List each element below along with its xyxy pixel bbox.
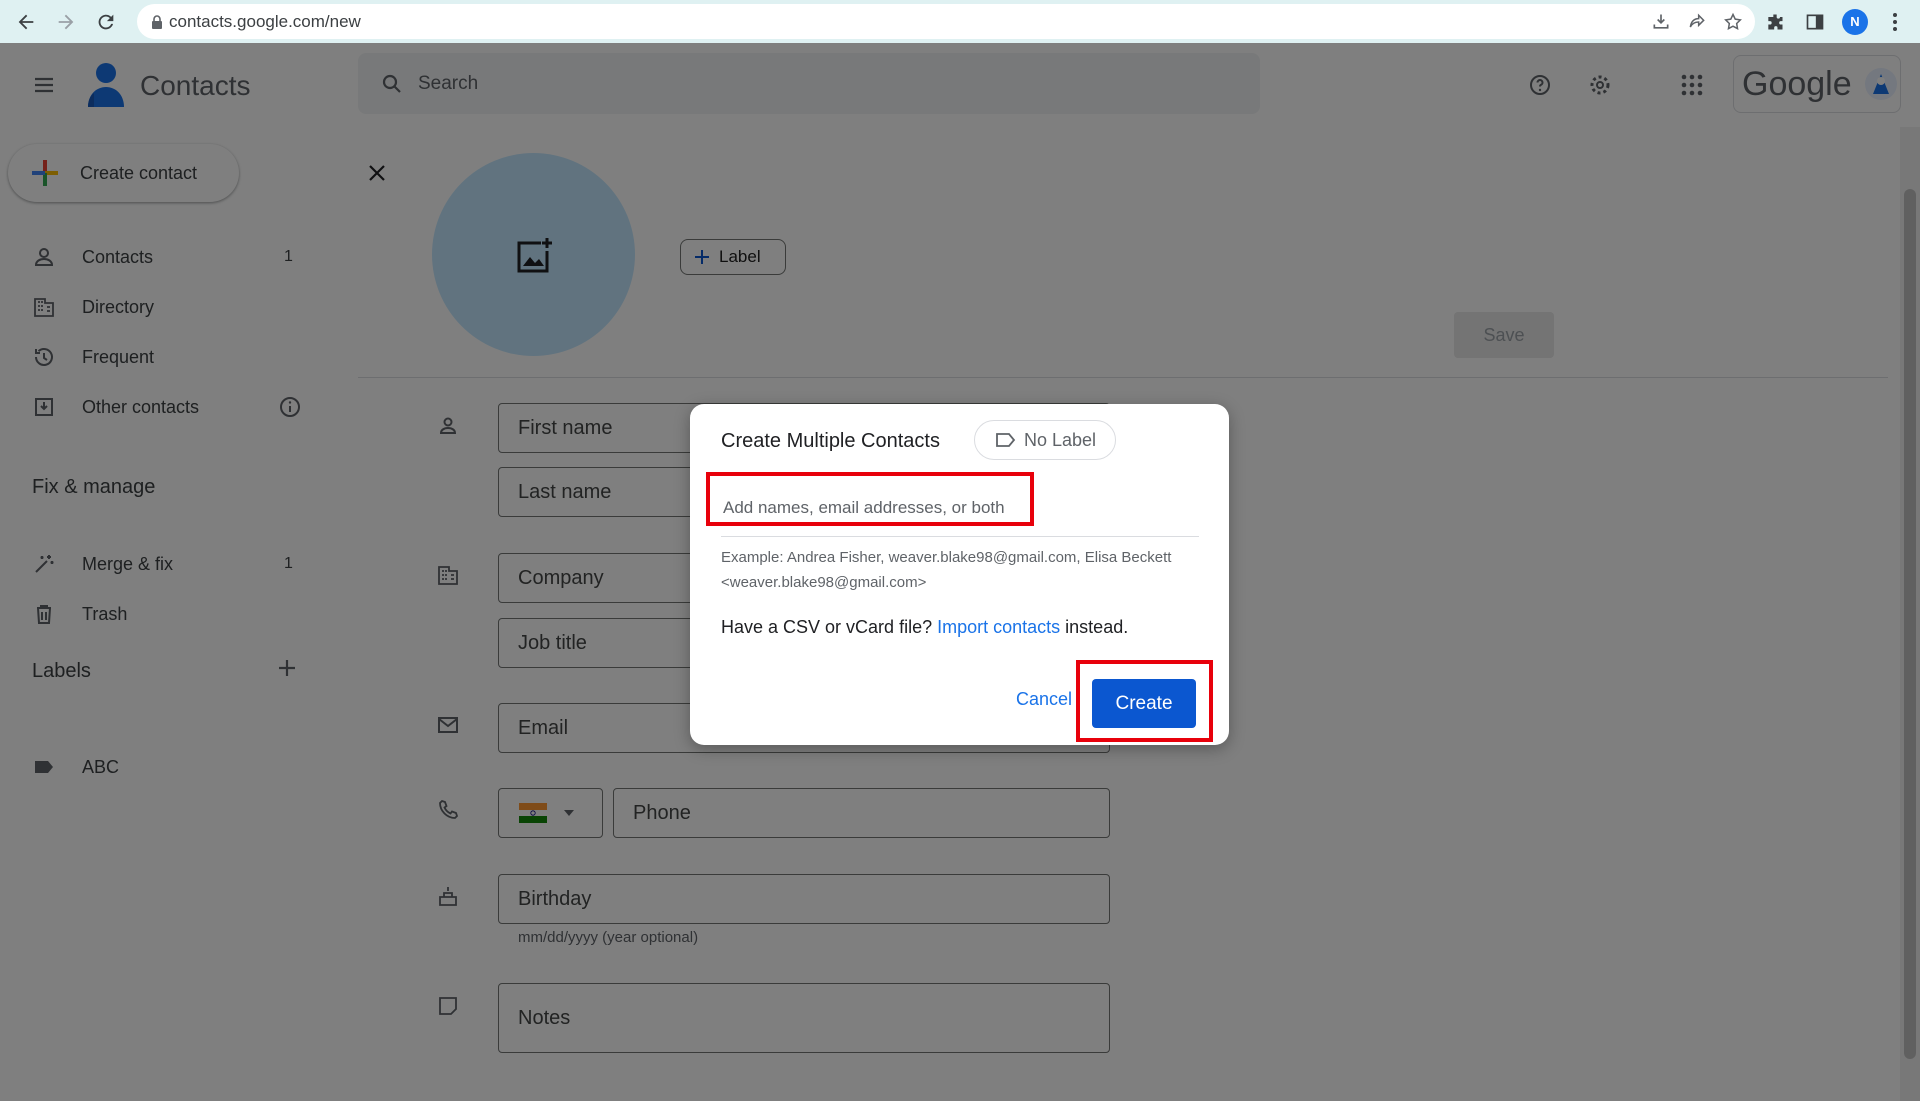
names-emails-input-wrapper xyxy=(721,479,1199,537)
back-icon[interactable] xyxy=(6,2,46,42)
create-multiple-contacts-dialog: Create Multiple Contacts No Label Exampl… xyxy=(690,404,1229,745)
example-line-2: <weaver.blake98@gmail.com> xyxy=(721,574,927,591)
browser-menu-icon[interactable] xyxy=(1878,5,1912,39)
import-hint: Have a CSV or vCard file? Import contact… xyxy=(721,617,1128,638)
import-hint-suffix: instead. xyxy=(1065,617,1129,637)
url-text: contacts.google.com/new xyxy=(169,11,361,31)
install-icon[interactable] xyxy=(1651,12,1671,32)
bookmark-star-icon[interactable] xyxy=(1723,12,1743,32)
address-bar[interactable]: contacts.google.com/new xyxy=(137,4,1755,39)
import-contacts-link[interactable]: Import contacts xyxy=(937,617,1060,637)
no-label-chip[interactable]: No Label xyxy=(974,420,1116,460)
forward-icon[interactable] xyxy=(46,2,86,42)
label-outline-icon xyxy=(996,432,1016,448)
browser-toolbar: contacts.google.com/new N xyxy=(0,0,1920,43)
example-line-1: Example: Andrea Fisher, weaver.blake98@g… xyxy=(721,549,1172,566)
side-panel-icon[interactable] xyxy=(1798,5,1832,39)
dialog-title: Create Multiple Contacts xyxy=(721,430,940,452)
example-text: Example: Andrea Fisher, weaver.blake98@g… xyxy=(721,545,1211,595)
share-icon[interactable] xyxy=(1687,12,1707,32)
profile-avatar[interactable]: N xyxy=(1838,5,1872,39)
no-label-text: No Label xyxy=(1024,429,1097,450)
lock-icon xyxy=(151,14,163,29)
create-button[interactable]: Create xyxy=(1092,679,1196,728)
import-hint-prefix: Have a CSV or vCard file? xyxy=(721,617,933,637)
cancel-button[interactable]: Cancel xyxy=(1016,689,1072,710)
names-emails-input[interactable] xyxy=(721,497,1199,518)
reload-icon[interactable] xyxy=(86,2,126,42)
extensions-icon[interactable] xyxy=(1758,5,1792,39)
